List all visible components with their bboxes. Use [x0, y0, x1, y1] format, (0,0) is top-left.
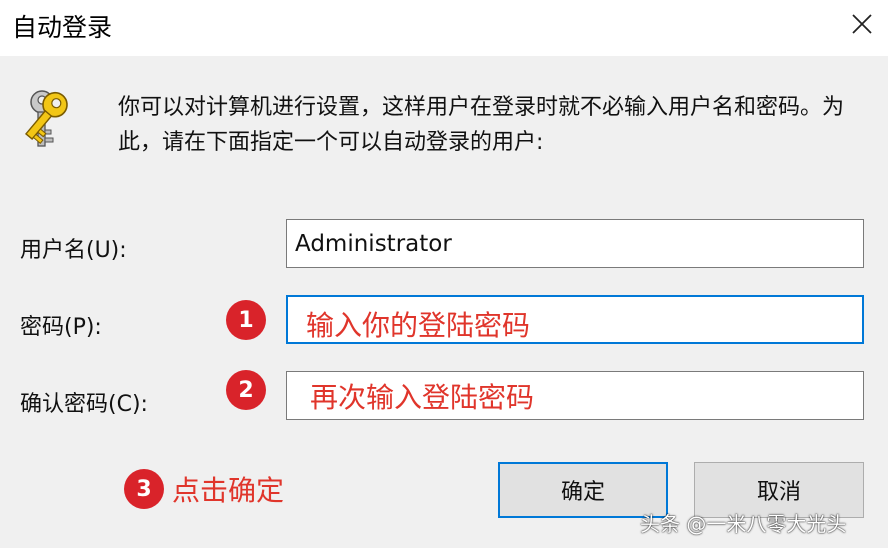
username-label: 用户名(U): [20, 238, 127, 263]
keys-icon [24, 90, 68, 147]
description-text: 你可以对计算机进行设置，这样用户在登录时就不必输入用户名和密码。为此，请在下面指… [118, 95, 845, 155]
window-title: 自动登录 [12, 13, 113, 42]
close-button[interactable] [840, 4, 884, 44]
step-2-badge: 2 [226, 370, 266, 410]
step-3-badge: 3 [124, 469, 164, 509]
confirm-password-label: 确认密码(C): [20, 392, 148, 417]
step-3-annotation: 点击确定 [172, 474, 285, 507]
password-label: 密码(P): [20, 315, 102, 340]
step-1-badge: 1 [226, 300, 266, 340]
close-icon [852, 14, 872, 34]
step-2-annotation: 再次输入登陆密码 [310, 381, 535, 414]
dialog-body: 你可以对计算机进行设置，这样用户在登录时就不必输入用户名和密码。为此，请在下面指… [0, 56, 888, 548]
username-input[interactable] [286, 219, 864, 268]
step-1-annotation: 输入你的登陆密码 [306, 309, 531, 342]
title-bar: 自动登录 [0, 0, 888, 56]
watermark: 头条 @一米八零大光头 [640, 512, 847, 536]
